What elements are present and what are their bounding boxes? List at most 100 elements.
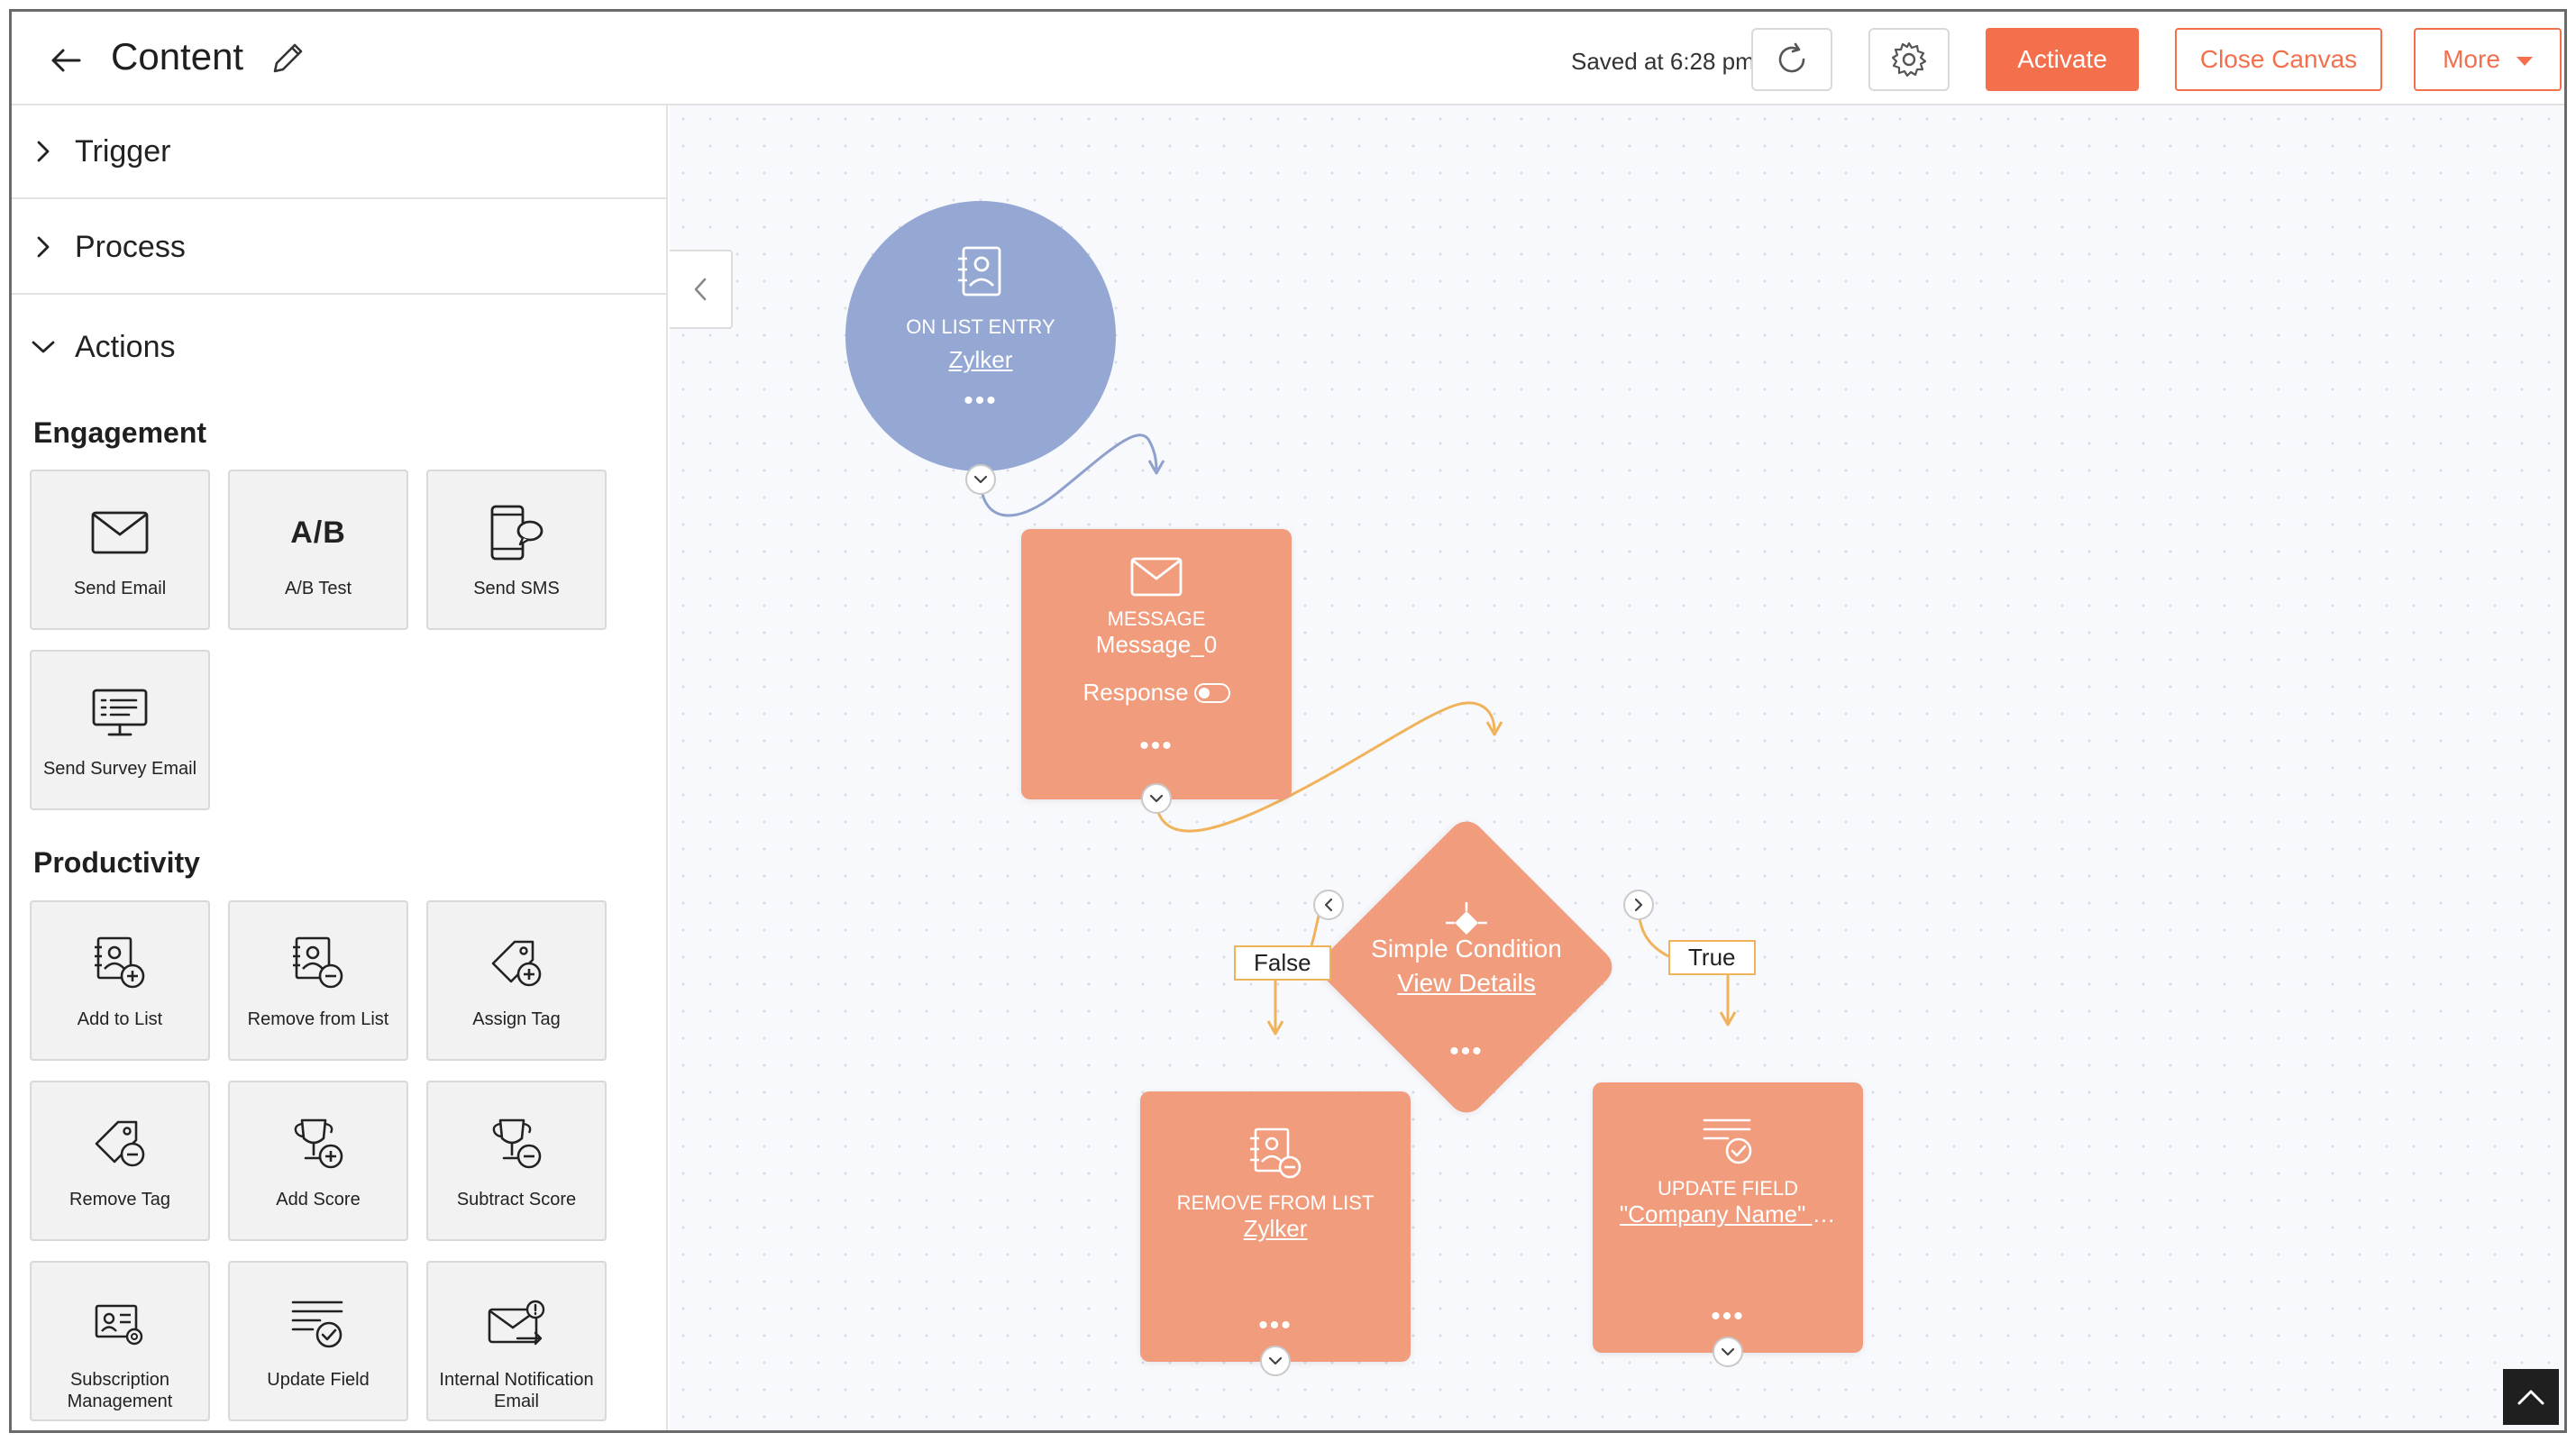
accordion-actions-label: Actions bbox=[75, 329, 176, 364]
tile-label: Remove Tag bbox=[69, 1190, 170, 1209]
node-more-options[interactable]: ••• bbox=[1711, 1303, 1745, 1330]
more-button-label: More bbox=[2443, 45, 2500, 73]
tile-label: Internal Notification Email bbox=[439, 1370, 594, 1411]
chevron-right-icon bbox=[1634, 898, 1643, 912]
node-type-label: UPDATE FIELD bbox=[1657, 1177, 1799, 1200]
caret-down-icon bbox=[2516, 57, 2533, 66]
back-button[interactable] bbox=[39, 39, 93, 82]
tile-add-to-list[interactable]: Add to List bbox=[30, 900, 210, 1061]
list-name-link[interactable]: Zylker bbox=[949, 346, 1013, 374]
refresh-button[interactable] bbox=[1751, 28, 1832, 91]
tile-send-survey-email[interactable]: Send Survey Email bbox=[30, 650, 210, 810]
node-name: Message_0 bbox=[1095, 631, 1218, 658]
node-remove-from-list[interactable]: REMOVE FROM LIST Zylker ••• bbox=[1140, 1091, 1411, 1362]
chevron-right-icon bbox=[37, 236, 50, 258]
chevron-down-icon bbox=[1268, 1356, 1283, 1365]
tile-add-score[interactable]: Add Score bbox=[228, 1081, 408, 1241]
header-bar: Content Saved at 6:28 pm Activate Close … bbox=[12, 12, 2564, 105]
tile-remove-tag[interactable]: Remove Tag bbox=[30, 1081, 210, 1241]
node-type-label: REMOVE FROM LIST bbox=[1176, 1191, 1375, 1214]
collapse-sidebar-button[interactable] bbox=[670, 250, 733, 329]
tile-ab-test[interactable]: A/B A/B Test bbox=[228, 470, 408, 630]
view-details-link[interactable]: View Details bbox=[1397, 969, 1536, 998]
ab-test-icon: A/B bbox=[290, 515, 346, 550]
tile-label: Subscription Management bbox=[67, 1370, 173, 1411]
accordion-trigger-label: Trigger bbox=[75, 133, 171, 169]
chevron-right-icon bbox=[37, 141, 50, 162]
tile-label: Add to List bbox=[77, 1009, 163, 1029]
close-canvas-button[interactable]: Close Canvas bbox=[2175, 28, 2382, 91]
chevron-down-icon bbox=[973, 475, 988, 484]
arrow-left-icon bbox=[51, 49, 81, 72]
sidebar: Trigger Process Actions Engagement Send … bbox=[12, 105, 668, 1430]
list-name-link[interactable]: Zylker bbox=[1244, 1215, 1308, 1243]
mobile-sms-icon bbox=[490, 505, 544, 561]
survey-monitor-icon bbox=[92, 689, 148, 736]
node-more-options[interactable]: ••• bbox=[1258, 1312, 1293, 1339]
tile-update-field[interactable]: Update Field bbox=[228, 1261, 408, 1421]
tile-label: Send Email bbox=[73, 579, 167, 598]
response-toggle[interactable] bbox=[1193, 682, 1230, 703]
chevron-down-icon bbox=[1721, 1347, 1735, 1356]
accordion-actions[interactable]: Actions bbox=[12, 297, 666, 397]
true-branch-label: True bbox=[1668, 940, 1756, 975]
scroll-to-top-button[interactable] bbox=[2503, 1369, 2559, 1425]
accordion-trigger[interactable]: Trigger bbox=[12, 105, 666, 199]
tile-assign-tag[interactable]: Assign Tag bbox=[426, 900, 607, 1061]
more-button[interactable]: More bbox=[2414, 28, 2562, 91]
update-field-icon bbox=[291, 1301, 343, 1348]
chevron-down-icon bbox=[32, 341, 55, 353]
gear-icon bbox=[1891, 41, 1927, 78]
tile-remove-from-list[interactable]: Remove from List bbox=[228, 900, 408, 1061]
section-productivity-title: Productivity bbox=[33, 846, 200, 879]
tile-label: Update Field bbox=[267, 1370, 370, 1390]
tile-internal-notification-email[interactable]: Internal Notification Email bbox=[426, 1261, 607, 1421]
trophy-add-icon bbox=[294, 1118, 343, 1169]
contact-list-icon bbox=[958, 246, 1001, 297]
false-branch-label: False bbox=[1234, 945, 1331, 981]
expand-port-message[interactable] bbox=[1141, 783, 1172, 814]
edit-title-button[interactable] bbox=[262, 33, 313, 84]
tag-add-icon bbox=[491, 940, 542, 987]
envelope-icon bbox=[91, 511, 149, 554]
expand-port-update[interactable] bbox=[1713, 1337, 1743, 1367]
pencil-icon bbox=[273, 43, 303, 73]
app-window: Content Saved at 6:28 pm Activate Close … bbox=[9, 9, 2567, 1433]
tile-send-email[interactable]: Send Email bbox=[30, 470, 210, 630]
tile-subscription-management[interactable]: Subscription Management bbox=[30, 1261, 210, 1421]
node-more-options[interactable]: ••• bbox=[964, 388, 998, 415]
field-name-link[interactable]: "Company Name" t... bbox=[1620, 1200, 1836, 1228]
workflow-canvas[interactable]: ON LIST ENTRY Zylker ••• MESSAGE Message… bbox=[670, 105, 2564, 1430]
activate-button[interactable]: Activate bbox=[1986, 28, 2139, 91]
node-message[interactable]: MESSAGE Message_0 Response ••• bbox=[1021, 529, 1292, 799]
contact-remove-icon bbox=[1250, 1127, 1302, 1179]
contact-remove-icon bbox=[293, 936, 343, 989]
node-on-list-entry[interactable]: ON LIST ENTRY Zylker ••• bbox=[845, 201, 1116, 471]
chevron-left-icon bbox=[694, 278, 707, 301]
notification-email-icon bbox=[488, 1300, 545, 1346]
subscription-card-icon bbox=[95, 1304, 143, 1346]
update-field-icon bbox=[1703, 1118, 1752, 1164]
true-branch-port[interactable] bbox=[1623, 890, 1654, 920]
contact-add-icon bbox=[95, 936, 145, 989]
chevron-up-icon bbox=[2517, 1390, 2544, 1405]
node-update-field[interactable]: UPDATE FIELD "Company Name" t... ••• bbox=[1593, 1082, 1863, 1353]
section-engagement-title: Engagement bbox=[33, 416, 207, 449]
envelope-icon bbox=[1130, 557, 1183, 597]
response-label: Response bbox=[1082, 679, 1189, 706]
expand-port-remove[interactable] bbox=[1260, 1346, 1291, 1376]
node-type-label: ON LIST ENTRY bbox=[906, 315, 1055, 338]
false-branch-port[interactable] bbox=[1313, 890, 1344, 920]
tile-label: Assign Tag bbox=[472, 1009, 561, 1029]
expand-port-trigger[interactable] bbox=[965, 464, 996, 495]
accordion-process[interactable]: Process bbox=[12, 201, 666, 295]
tile-label: Remove from List bbox=[247, 1009, 389, 1029]
tile-send-sms[interactable]: Send SMS bbox=[426, 470, 607, 630]
tile-label: Send Survey Email bbox=[42, 759, 197, 779]
trophy-remove-icon bbox=[492, 1118, 542, 1169]
tile-subtract-score[interactable]: Subtract Score bbox=[426, 1081, 607, 1241]
settings-button[interactable] bbox=[1868, 28, 1950, 91]
response-row: Response bbox=[1082, 679, 1230, 707]
page-title: Content bbox=[111, 35, 244, 78]
node-more-options[interactable]: ••• bbox=[1139, 733, 1174, 760]
